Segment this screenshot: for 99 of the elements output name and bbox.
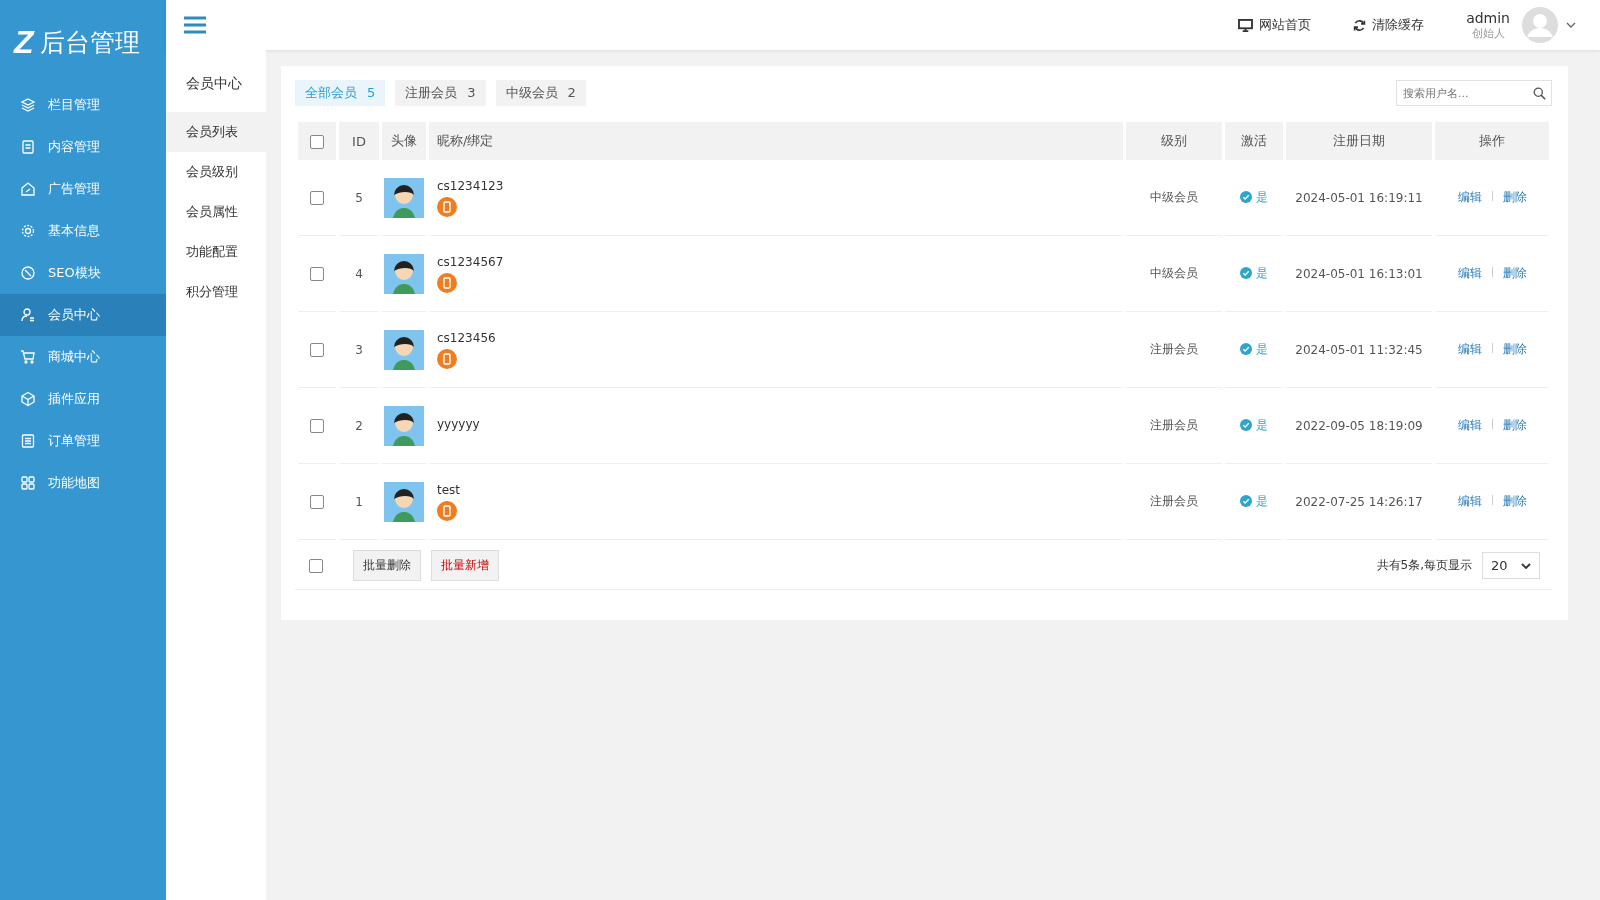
column-header: 操作	[1435, 122, 1549, 160]
level-cell: 注册会员	[1126, 464, 1222, 540]
sidebar-item[interactable]: SEO模块	[0, 252, 166, 294]
batch-add-button[interactable]: 批量新增	[431, 550, 499, 581]
id-cell: 3	[339, 312, 379, 388]
sidebar-item[interactable]: 订单管理	[0, 420, 166, 462]
user-name-cell: cs1234123	[437, 178, 504, 193]
select-all-checkbox[interactable]	[309, 558, 323, 573]
row-checkbox[interactable]	[310, 342, 324, 357]
search-icon	[1533, 87, 1546, 100]
date-cell: 2022-09-05 18:19:09	[1286, 388, 1432, 464]
row-checkbox[interactable]	[310, 266, 324, 281]
activation-status: 是	[1240, 492, 1268, 510]
cube-icon	[20, 391, 36, 407]
activation-status: 是	[1240, 340, 1268, 358]
avatar-picture	[384, 253, 424, 294]
delete-link[interactable]: 删除	[1502, 266, 1527, 280]
id-cell: 4	[339, 236, 379, 312]
cart-icon	[20, 349, 36, 365]
house-icon	[20, 181, 36, 197]
date-cell: 2024-05-01 11:32:45	[1286, 312, 1432, 388]
date-cell: 2024-05-01 16:19:11	[1286, 160, 1432, 236]
id-cell: 1	[339, 464, 379, 540]
logo-mark: Z	[14, 23, 34, 61]
column-header: 级别	[1126, 122, 1222, 160]
sidebar-item[interactable]: 广告管理	[0, 168, 166, 210]
monitor-icon	[1238, 18, 1254, 32]
sub-navigation-item[interactable]: 功能配置	[166, 232, 266, 272]
level-cell: 注册会员	[1126, 312, 1222, 388]
sidebar-item[interactable]: 内容管理	[0, 126, 166, 168]
edit-link[interactable]: 编辑	[1457, 342, 1482, 356]
list-icon	[20, 433, 36, 449]
layers-icon	[20, 97, 36, 113]
select-all-checkbox[interactable]	[310, 134, 324, 149]
sidebar-item[interactable]: 栏目管理	[0, 84, 166, 126]
user-name-cell: yyyyyy	[437, 416, 480, 431]
page-size-select[interactable]: 20	[1482, 552, 1540, 579]
sidebar-item[interactable]: 商城中心	[0, 336, 166, 378]
delete-link[interactable]: 删除	[1502, 190, 1527, 204]
column-header: 激活	[1225, 122, 1283, 160]
document-icon	[20, 139, 36, 155]
id-cell: 5	[339, 160, 379, 236]
user-name-cell: test	[437, 482, 461, 497]
level-cell: 注册会员	[1126, 388, 1222, 464]
edit-link[interactable]: 编辑	[1457, 190, 1482, 204]
sub-navigation-item[interactable]: 会员级别	[166, 152, 266, 192]
activation-status: 是	[1240, 188, 1268, 206]
caret-icon[interactable]	[1566, 22, 1576, 28]
batch-delete-button[interactable]: 批量删除	[353, 550, 421, 581]
avatar-picture	[384, 481, 424, 522]
delete-link[interactable]: 删除	[1502, 494, 1527, 508]
user-role: 创始人	[1471, 25, 1505, 41]
column-header: 昵称/绑定	[429, 122, 1123, 160]
sidebar-item[interactable]: 功能地图	[0, 462, 166, 504]
user-icon	[20, 307, 36, 323]
gear-icon	[20, 223, 36, 239]
sidebar-item[interactable]: 插件应用	[0, 378, 166, 420]
edit-link[interactable]: 编辑	[1457, 418, 1482, 432]
avatar-picture	[384, 177, 424, 218]
edit-link[interactable]: 编辑	[1457, 266, 1482, 280]
row-checkbox[interactable]	[310, 190, 324, 205]
sub-navigation-item[interactable]: 会员列表	[166, 112, 266, 152]
filter-tab[interactable]: 注册会员 3	[395, 80, 486, 106]
user-name-cell: cs123456	[437, 330, 496, 345]
user-name-cell: cs1234567	[437, 254, 504, 269]
delete-link[interactable]: 删除	[1502, 418, 1527, 432]
column-header: 注册日期	[1286, 122, 1432, 160]
sub-navigation-item[interactable]: 积分管理	[166, 272, 266, 312]
search-field[interactable]: 搜索用户名...	[1396, 80, 1552, 106]
menu-icon[interactable]	[184, 16, 206, 34]
clear-cache-link[interactable]: 清除缓存	[1353, 16, 1425, 34]
caret-icon	[1521, 562, 1531, 569]
edit-link[interactable]: 编辑	[1457, 494, 1482, 508]
id-cell: 2	[339, 388, 379, 464]
level-cell: 中级会员	[1126, 236, 1222, 312]
site-home-link[interactable]: 网站首页	[1238, 16, 1312, 34]
row-checkbox[interactable]	[310, 418, 324, 433]
delete-link[interactable]: 删除	[1502, 342, 1527, 356]
grid-icon	[20, 475, 36, 491]
column-header: ID	[339, 122, 379, 160]
avatar-picture	[384, 329, 424, 370]
refresh-icon	[1353, 18, 1367, 32]
sub-navigation-item[interactable]: 会员属性	[166, 192, 266, 232]
sidebar-item[interactable]: 会员中心	[0, 294, 166, 336]
sub-navigation-title: 会员中心	[185, 74, 243, 93]
activation-status: 是	[1240, 264, 1268, 282]
row-checkbox[interactable]	[310, 494, 324, 509]
date-cell: 2022-07-25 14:26:17	[1286, 464, 1432, 540]
user-name: admin	[1466, 9, 1510, 26]
filter-tab[interactable]: 中级会员 2	[495, 80, 586, 106]
activation-status: 是	[1240, 416, 1268, 434]
avatar-picture	[384, 405, 424, 446]
filter-tab[interactable]: 全部会员 5	[295, 80, 386, 106]
record-summary: 共有5条,每页显示	[1376, 557, 1472, 574]
logo-title: 后台管理	[39, 26, 140, 59]
column-header: 头像	[382, 122, 426, 160]
level-cell: 中级会员	[1126, 160, 1222, 236]
date-cell: 2024-05-01 16:13:01	[1286, 236, 1432, 312]
sidebar-item[interactable]: 基本信息	[0, 210, 166, 252]
